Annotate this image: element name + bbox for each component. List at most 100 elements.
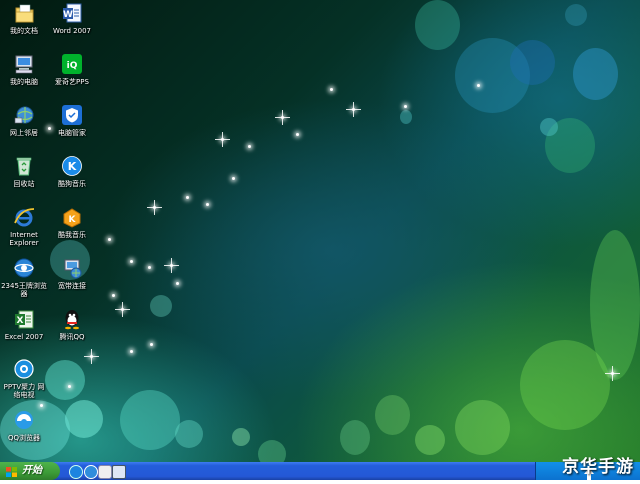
bokeh-light	[590, 230, 640, 380]
bokeh-light	[120, 390, 180, 450]
bokeh-light	[150, 295, 172, 317]
bokeh-light	[340, 420, 370, 455]
qq-icon	[61, 308, 83, 330]
sparkle	[130, 260, 133, 263]
desktop-icon-network-places[interactable]: 网上邻居	[1, 104, 47, 137]
bokeh-light	[520, 340, 610, 430]
desktop-icon-label: 回收站	[13, 180, 35, 188]
start-label: 开始	[22, 465, 42, 476]
desktop-icon-my-documents[interactable]: 我的文档	[1, 2, 47, 35]
desktop-icon-browser-2345[interactable]: 2345王牌浏览器	[1, 257, 47, 298]
quick-launch-ie-icon[interactable]	[84, 465, 98, 479]
desktop-icon-broadband[interactable]: 宽带连接	[49, 257, 95, 290]
desktop-icon-recycle-bin[interactable]: 回收站	[1, 155, 47, 188]
sparkle	[115, 302, 130, 317]
taskbar: 开始	[0, 462, 640, 480]
sparkle	[108, 238, 111, 241]
desktop-icon-label: 电脑管家	[58, 129, 86, 137]
desktop-icon-internet-explorer[interactable]: Internet Explorer	[1, 206, 47, 247]
desktop-icon-my-computer[interactable]: 我的电脑	[1, 53, 47, 86]
sparkle	[164, 258, 179, 273]
desktop-icon-label: Word 2007	[52, 27, 92, 35]
sparkle	[147, 200, 162, 215]
sparkle	[148, 266, 151, 269]
sparkle	[275, 110, 290, 125]
quick-launch-media-icon[interactable]	[98, 465, 112, 479]
sparkle	[248, 145, 251, 148]
sparkle	[330, 88, 333, 91]
bokeh-light	[565, 4, 587, 26]
bokeh-light	[65, 400, 103, 438]
windows-logo-icon	[6, 466, 17, 477]
broadband-icon	[61, 257, 83, 279]
desktop-icon-qq-browser[interactable]: QQ浏览器	[1, 409, 47, 442]
network-places-icon	[13, 104, 35, 126]
desktop-icon-label: 我的电脑	[10, 78, 38, 86]
svg-text:K: K	[69, 215, 77, 225]
desktop-icon-qq[interactable]: 腾讯QQ	[49, 308, 95, 341]
desktop-icon-kugou[interactable]: K 酷狗音乐	[49, 155, 95, 188]
desktop-icon-label: 酷我音乐	[58, 231, 86, 239]
desktop-icon-label: 网上邻居	[10, 129, 38, 137]
desktop-icon-label: PPTV聚力 网络电视	[3, 383, 45, 399]
watermark-text: 京华手游	[562, 457, 634, 477]
desktop-icon-label: 宽带连接	[58, 282, 86, 290]
sparkle	[605, 366, 620, 381]
desktop-icon-label: 2345王牌浏览器	[1, 282, 47, 298]
desktop-icon-excel[interactable]: X Excel 2007	[1, 308, 47, 341]
word-icon: W	[61, 2, 83, 24]
desktop-icon-pptv[interactable]: PPTV聚力 网络电视	[1, 358, 47, 399]
bokeh-light	[375, 395, 410, 435]
sparkle	[130, 350, 133, 353]
sparkle	[206, 203, 209, 206]
desktop-icon-label: 腾讯QQ	[59, 333, 85, 341]
sparkle	[150, 343, 153, 346]
sparkle	[112, 294, 115, 297]
bokeh-light	[573, 48, 618, 100]
quick-launch-browser-icon[interactable]	[69, 465, 83, 479]
bokeh-light	[540, 118, 558, 136]
sparkle	[40, 404, 43, 407]
excel-icon: X	[13, 308, 35, 330]
iqiyi-icon: iQ	[61, 53, 83, 75]
sparkle	[404, 105, 407, 108]
desktop-icon-iqiyi[interactable]: iQ 爱奇艺PPS	[49, 53, 95, 86]
desktop-icon-kuwo[interactable]: K 酷我音乐	[49, 206, 95, 239]
sparkle	[477, 84, 480, 87]
sparkle	[346, 102, 361, 117]
svg-text:iQ: iQ	[67, 61, 78, 71]
desktop-icon-pc-manager[interactable]: 电脑管家	[49, 104, 95, 137]
desktop-background[interactable]: 我的文档 我的电脑 网上邻居 回收站 Internet Explorer 234…	[0, 0, 640, 462]
kuwo-icon: K	[61, 206, 83, 228]
bokeh-light	[232, 428, 250, 446]
sparkle	[186, 196, 189, 199]
start-button[interactable]: 开始	[0, 462, 60, 480]
desktop-icon-word[interactable]: W Word 2007	[49, 2, 95, 35]
sparkle	[232, 177, 235, 180]
desktop-icon-label: 爱奇艺PPS	[55, 78, 89, 86]
sparkle	[176, 282, 179, 285]
pptv-icon	[13, 358, 35, 380]
kugou-icon: K	[61, 155, 83, 177]
bokeh-light	[545, 118, 595, 173]
qq-browser-icon	[13, 409, 35, 431]
recycle-bin-icon	[13, 155, 35, 177]
my-computer-icon	[13, 53, 35, 75]
svg-text:K: K	[68, 160, 77, 173]
quick-launch-desktop-icon[interactable]	[112, 465, 126, 479]
bokeh-light	[455, 38, 530, 113]
my-documents-icon	[13, 2, 35, 24]
desktop-icon-label: QQ浏览器	[7, 434, 41, 442]
svg-text:W: W	[63, 10, 73, 20]
desktop-icon-label: 酷狗音乐	[58, 180, 86, 188]
bokeh-light	[415, 425, 445, 455]
bokeh-light	[175, 420, 203, 448]
sparkle	[68, 385, 71, 388]
bokeh-light	[400, 110, 412, 124]
sparkle	[215, 132, 230, 147]
desktop-icon-label: Internet Explorer	[9, 231, 39, 247]
browser-2345-icon	[13, 257, 35, 279]
svg-text:X: X	[17, 316, 24, 326]
pc-manager-icon	[61, 104, 83, 126]
bokeh-light	[415, 0, 460, 50]
